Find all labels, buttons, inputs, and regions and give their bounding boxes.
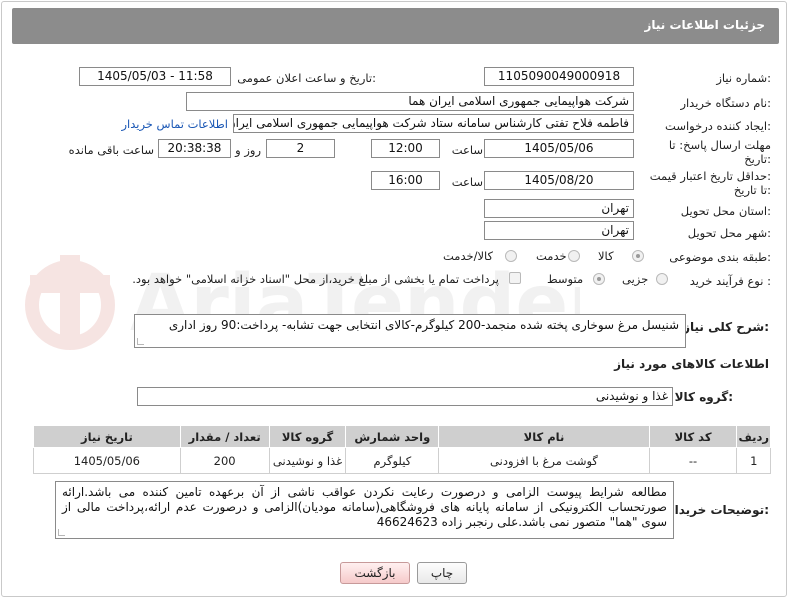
panel-title: جزئیات اطلاعات نیاز: [644, 18, 765, 32]
buyer-notes-label: توضیحات خریدار:: [667, 503, 769, 517]
reply-days-label: روز و: [235, 143, 261, 157]
buyer-notes-textarea[interactable]: مطالعه شرایط پیوست الزامی و درصورت رعایت…: [55, 481, 674, 539]
price-validity-label: حداقل تاریخ اعتبار قیمت:: [649, 169, 771, 183]
delivery-province-label: استان محل تحویل:: [680, 204, 771, 218]
remaining-time-label: ساعت باقی مانده: [68, 143, 154, 157]
buyer-contact-link[interactable]: اطلاعات تماس خریدار: [121, 117, 228, 131]
goods-table-header: ردیف کد کالا نام کالا واحد شمارش گروه کا…: [33, 425, 771, 448]
summary-label: شرح کلی نیاز:: [683, 320, 769, 334]
requester-field[interactable]: فاطمه فلاح تفتی کارشناس سامانه ستاد شرکت…: [233, 114, 634, 133]
resize-grip[interactable]: [58, 529, 65, 536]
summary-textarea[interactable]: شنیسل مرغ سوخاری پخته شده منجمد-200 کیلو…: [134, 314, 686, 348]
purchase-type-label: نوع فرآیند خرید :: [689, 274, 771, 288]
goods-group-label: گروه کالا:: [674, 390, 733, 404]
requester-label: ایجاد کننده درخواست:: [665, 119, 771, 133]
table-cell: غذا و نوشیدنی: [268, 447, 347, 474]
price-validity-label-2: تا تاریخ:: [733, 183, 771, 197]
announce-datetime-label: تاریخ و ساعت اعلان عمومی:: [237, 71, 376, 85]
need-number-label: شماره نیاز:: [716, 71, 771, 85]
column-header: تعداد / مقدار: [179, 425, 270, 448]
buyer-org-label: نام دستگاه خریدار:: [680, 96, 771, 110]
print-button[interactable]: چاپ: [417, 562, 467, 584]
remaining-time-field[interactable]: 20:38:38: [158, 139, 231, 158]
table-cell: 1: [736, 447, 771, 474]
goods-group-field[interactable]: غذا و نوشیدنی: [137, 387, 673, 406]
reply-deadline-label-2: تاریخ:: [744, 152, 771, 166]
table-cell: گوشت مرغ با افزودنی: [438, 447, 650, 474]
column-header: گروه کالا: [268, 425, 347, 448]
category-radio-goods[interactable]: [632, 250, 644, 262]
category-option-service: خدمت: [536, 249, 567, 263]
category-radio-service[interactable]: [568, 250, 580, 262]
category-label: طبقه بندی موضوعی:: [669, 250, 771, 264]
buyer-org-field[interactable]: شرکت هواپیمایی جمهوری اسلامی ایران هما: [186, 92, 634, 111]
reply-time-field[interactable]: 12:00: [371, 139, 440, 158]
reply-days-field[interactable]: 2: [266, 139, 335, 158]
column-header: تاریخ نیاز: [33, 425, 181, 448]
category-radio-goods-service[interactable]: [505, 250, 517, 262]
column-header: کد کالا: [648, 425, 738, 448]
table-row[interactable]: 1 -- گوشت مرغ با افزودنی کیلوگرم غذا و ن…: [33, 447, 771, 474]
reply-time-label: ساعت: [451, 143, 483, 157]
price-validity-time-label: ساعت: [451, 175, 483, 189]
purchase-type-option-medium: متوسط: [547, 272, 584, 286]
panel-header: جزئیات اطلاعات نیاز: [12, 8, 779, 44]
price-validity-time-field[interactable]: 16:00: [371, 171, 440, 190]
table-cell: 1405/05/06: [33, 447, 181, 474]
table-cell: 200: [179, 447, 270, 474]
resize-grip[interactable]: [137, 338, 144, 345]
column-header: واحد شمارش: [345, 425, 440, 448]
price-validity-date-field[interactable]: 1405/08/20: [484, 171, 634, 190]
treasury-payment-note: پرداخت تمام یا بخشی از مبلغ خرید،از محل …: [132, 272, 499, 286]
goods-table: ردیف کد کالا نام کالا واحد شمارش گروه کا…: [33, 425, 771, 474]
delivery-city-field[interactable]: تهران: [484, 221, 634, 240]
reply-deadline-label: مهلت ارسال پاسخ: تا: [668, 138, 771, 152]
summary-text: شنیسل مرغ سوخاری پخته شده منجمد-200 کیلو…: [168, 318, 679, 332]
delivery-province-field[interactable]: تهران: [484, 199, 634, 218]
announce-datetime-field[interactable]: 1405/05/03 - 11:58: [79, 67, 231, 86]
category-option-goods: کالا: [598, 249, 614, 263]
delivery-city-label: شهر محل تحویل:: [687, 226, 771, 240]
table-cell: کیلوگرم: [345, 447, 440, 474]
back-button[interactable]: بازگشت: [340, 562, 410, 584]
column-header: نام کالا: [438, 425, 650, 448]
need-number-field[interactable]: 1105090049000918: [484, 67, 634, 86]
purchase-type-option-minor: جزیی: [622, 272, 649, 286]
reply-date-field[interactable]: 1405/05/06: [484, 139, 634, 158]
treasury-payment-checkbox[interactable]: [509, 272, 521, 284]
category-option-goods-service: کالا/خدمت: [443, 249, 494, 263]
goods-section-title: اطلاعات کالاهای مورد نیاز: [614, 357, 769, 371]
buyer-notes-text: مطالعه شرایط پیوست الزامی و درصورت رعایت…: [62, 485, 667, 529]
column-header: ردیف: [736, 425, 771, 448]
table-cell: --: [648, 447, 738, 474]
purchase-type-radio-minor[interactable]: [656, 273, 668, 285]
purchase-type-radio-medium[interactable]: [593, 273, 605, 285]
